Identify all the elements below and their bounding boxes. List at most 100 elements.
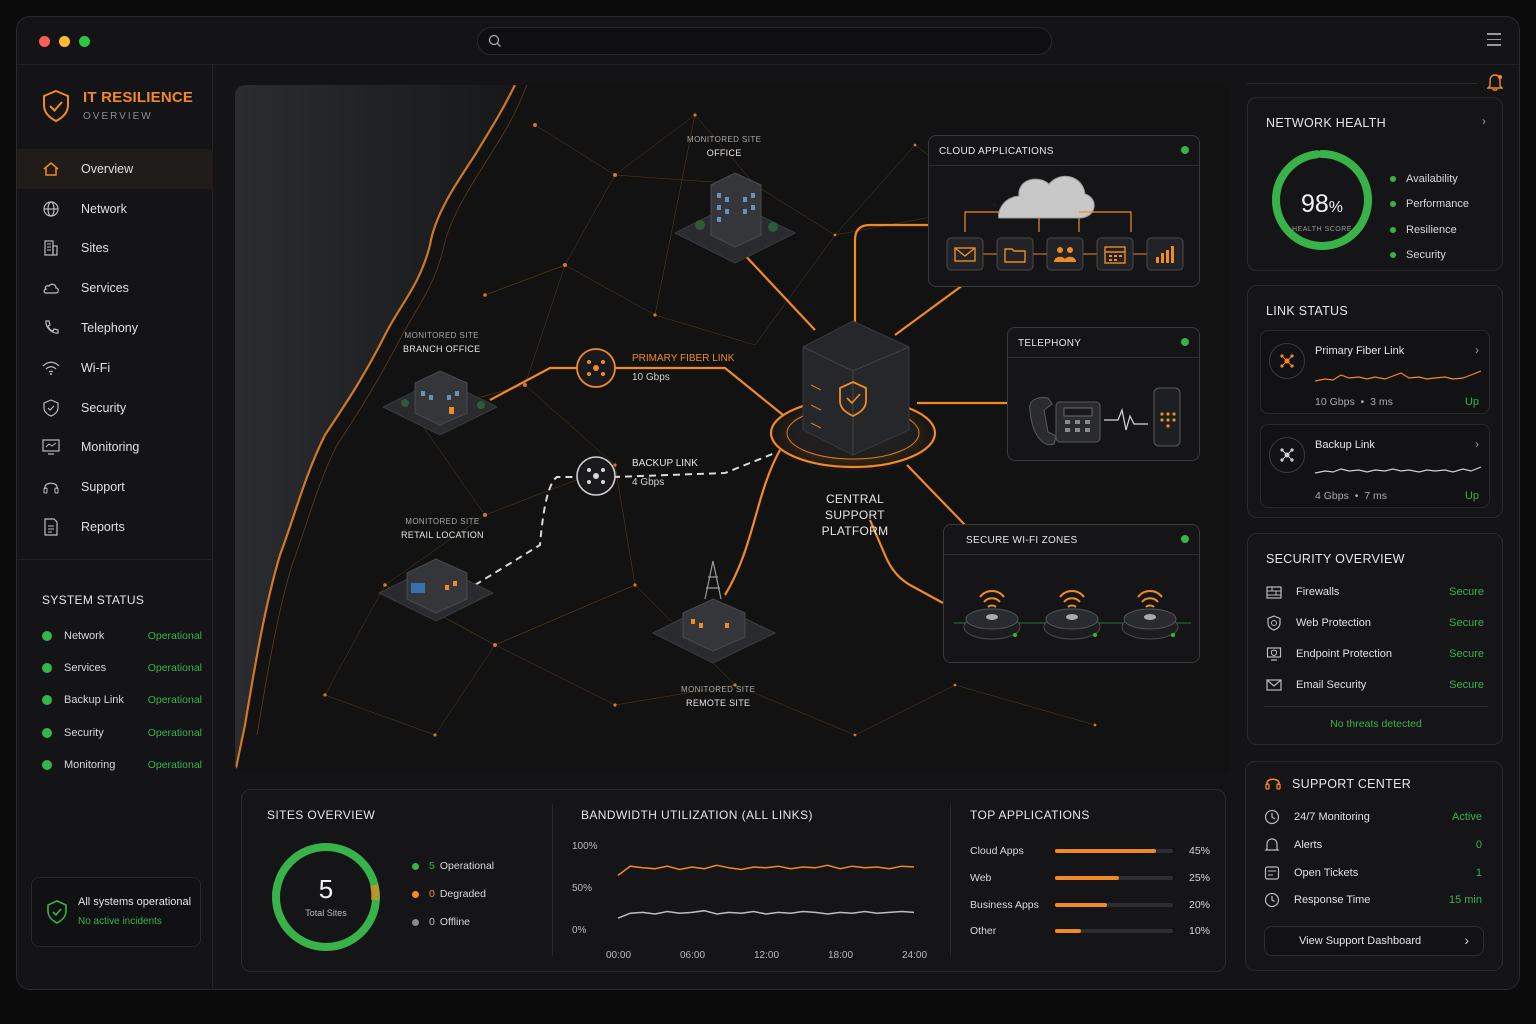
link-status-value: Up [1464, 490, 1479, 502]
sidebar-item-support[interactable]: Support [17, 467, 213, 507]
brand-title: IT RESILIENCE [83, 89, 194, 106]
status-dot [1181, 146, 1189, 154]
button-label: View Support Dashboard [1299, 935, 1422, 947]
sidebar-item-sites[interactable]: Sites [17, 229, 213, 269]
support-item-monitoring[interactable]: 24/7 Monitoring Active [1264, 807, 1482, 827]
notification-bell-icon[interactable] [1487, 73, 1503, 91]
legend-operational: 5 Operational [412, 852, 494, 880]
wifi-icon [41, 358, 61, 378]
security-item-email[interactable]: Email Security Secure [1266, 675, 1484, 695]
status-name: Backup Link [64, 694, 124, 707]
support-item-value: 1 [1475, 867, 1482, 879]
status-dot [42, 663, 52, 674]
status-dot [42, 759, 52, 770]
legend-item: Performance [1390, 192, 1469, 218]
primary-link-label[interactable]: PRIMARY FIBER LINK 10 Gbps [632, 353, 734, 383]
office-site-label[interactable]: MONITORED SITE OFFICE [687, 135, 761, 158]
sidebar-item-wifi[interactable]: Wi-Fi [17, 348, 213, 388]
security-item-firewalls[interactable]: Firewalls Secure [1266, 582, 1484, 602]
wifi-access-points [954, 590, 1191, 640]
retail-site-label[interactable]: MONITORED SITE RETAIL LOCATION [401, 517, 484, 540]
sidebar-item-reports[interactable]: Reports [17, 507, 213, 547]
backup-link-icon [1269, 437, 1305, 473]
support-item-alerts[interactable]: Alerts 0 [1264, 835, 1482, 855]
chevron-right-icon[interactable]: › [1482, 114, 1486, 128]
secure-wifi-zones-panel[interactable]: SECURE WI-FI ZONES [943, 524, 1200, 663]
view-support-dashboard-button[interactable]: View Support Dashboard › [1264, 926, 1484, 956]
support-item-name: Response Time [1294, 894, 1371, 906]
security-item-web-protection[interactable]: Web Protection Secure [1266, 613, 1484, 633]
sidebar-item-overview[interactable]: Overview [17, 149, 213, 189]
sidebar-item-label: Reports [81, 520, 125, 535]
hamburger-menu-icon[interactable] [1487, 33, 1501, 50]
sidebar-nav: Overview Network Sites Services Telephon… [17, 149, 213, 547]
site-tag: MONITORED SITE [681, 685, 756, 694]
sidebar-item-telephony[interactable]: Telephony [17, 308, 213, 348]
legend-offline: 0 Offline [412, 908, 494, 936]
security-item-endpoint[interactable]: Endpoint Protection Secure [1266, 644, 1484, 664]
app-name: Other [970, 925, 997, 937]
telephony-panel[interactable]: TELEPHONY [1007, 327, 1200, 461]
support-item-response-time[interactable]: Response Time 15 min [1264, 890, 1482, 910]
status-value: Operational [147, 726, 202, 739]
security-overview-title: SECURITY OVERVIEW [1266, 552, 1405, 566]
chevron-right-icon[interactable]: › [1475, 343, 1479, 357]
support-item-open-tickets[interactable]: Open Tickets 1 [1264, 863, 1482, 883]
sidebar-item-monitoring[interactable]: Monitoring [17, 428, 213, 468]
network-health-title: NETWORK HEALTH [1266, 116, 1386, 130]
header-divider [1247, 83, 1477, 84]
sidebar-item-services[interactable]: Services [17, 268, 213, 308]
y-tick-label: 100% [572, 841, 598, 852]
web-shield-icon [1267, 615, 1281, 631]
legend-label: Operational [439, 860, 495, 872]
status-value: Operational [147, 694, 202, 707]
status-row: Security Operational [42, 717, 202, 749]
status-row: Monitoring Operational [42, 749, 202, 781]
office-building [673, 172, 797, 264]
primary-fiber-link-item[interactable]: Primary Fiber Link › 10 Gbps • 3 ms Up [1260, 330, 1490, 414]
app-row-business: Business Apps 20% [970, 899, 1210, 913]
health-score-label: HEALTH SCORE [1292, 226, 1352, 233]
panel-title: SECURE WI-FI ZONES [966, 535, 1078, 546]
chevron-right-icon[interactable]: › [1475, 437, 1479, 451]
remote-site-label[interactable]: MONITORED SITE REMOTE SITE [681, 685, 755, 708]
support-item-name: Alerts [1294, 839, 1323, 851]
app-pct: 10% [1188, 925, 1210, 937]
shield-check-logo-icon [43, 89, 69, 123]
cloud-applications-panel[interactable]: CLOUD APPLICATIONS [928, 135, 1200, 287]
monitoring-icon [1264, 809, 1280, 825]
close-window-button[interactable] [39, 36, 50, 47]
site-name: REMOTE SITE [686, 698, 751, 708]
security-divider [1264, 706, 1488, 707]
backup-link-item[interactable]: Backup Link › 4 Gbps • 7 ms Up [1260, 424, 1490, 508]
security-overview-card: SECURITY OVERVIEW Firewalls Secure Web Pr… [1247, 533, 1503, 745]
health-score-value: 98 [1300, 190, 1329, 218]
sidebar-item-security[interactable]: Security [17, 388, 213, 428]
legend-label: Offline [439, 916, 471, 928]
sidebar-item-label: Security [81, 400, 127, 415]
report-icon [41, 517, 61, 537]
status-row: Services Operational [42, 652, 202, 684]
minimize-window-button[interactable] [59, 36, 70, 47]
link-status-card: LINK STATUS Primary Fiber Link › 10 Gbps… [1247, 285, 1503, 518]
security-item-name: Endpoint Protection [1296, 648, 1393, 660]
sidebar-item-network[interactable]: Network [17, 189, 213, 229]
sites-legend: 5 Operational 0 Degraded 0 Offline [412, 852, 494, 936]
legend-label: Security [1406, 249, 1446, 262]
search-input[interactable] [477, 27, 1052, 55]
legend-count: 5 [429, 860, 435, 872]
retail-building [377, 558, 495, 622]
support-item-name: Open Tickets [1294, 867, 1359, 879]
central-platform-label[interactable]: CENTRAL SUPPORT PLATFORM [795, 491, 915, 539]
branch-site-label[interactable]: MONITORED SITE BRANCH OFFICE [403, 331, 480, 354]
primary-link-sparkline [1315, 370, 1481, 382]
link-speed: 4 Gbps [1315, 490, 1349, 502]
bandwidth-title: BANDWIDTH UTILIZATION (ALL LINKS) [581, 808, 813, 822]
backup-link-label[interactable]: BACKUP LINK 4 Gbps [632, 458, 698, 488]
network-health-card[interactable]: NETWORK HEALTH › 98% HEALTH SCORE Availa… [1247, 97, 1503, 271]
app-bar-track [1055, 876, 1173, 880]
app-bar [1055, 903, 1107, 907]
maximize-window-button[interactable] [79, 36, 90, 47]
x-tick-label: 00:00 [606, 950, 631, 961]
access-point-icon [1121, 590, 1179, 640]
